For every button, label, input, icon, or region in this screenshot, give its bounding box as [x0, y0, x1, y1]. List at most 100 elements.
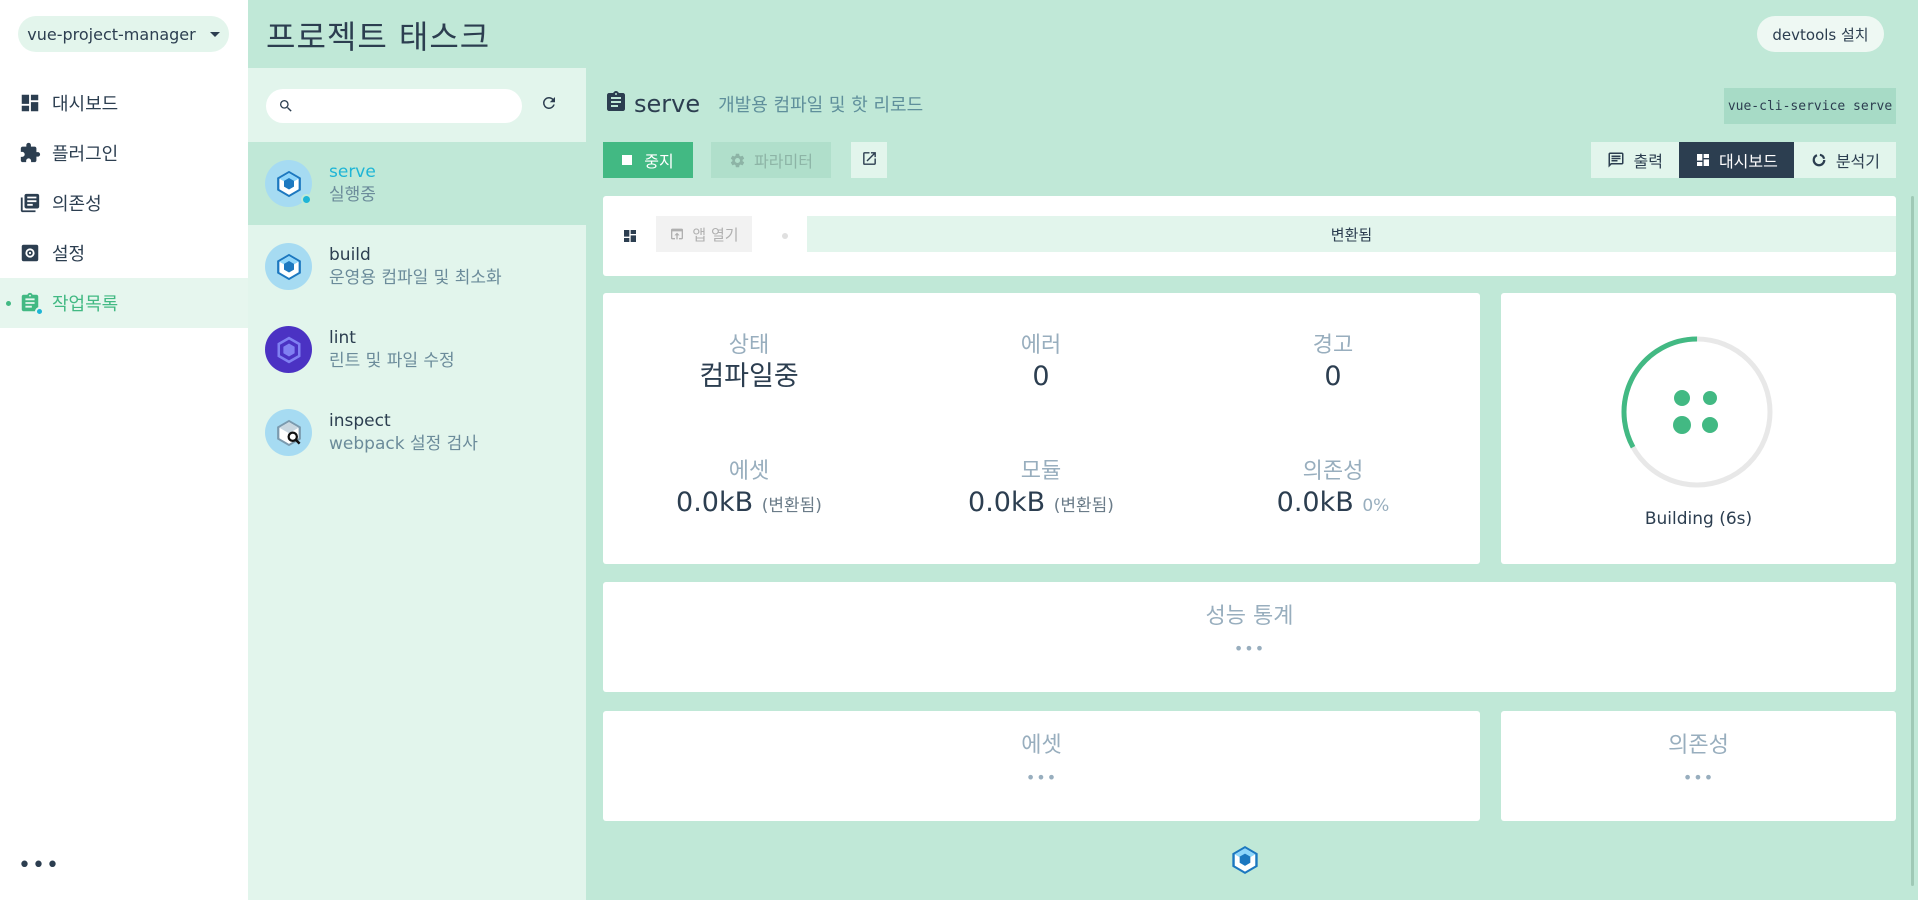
- running-status-dot: [301, 194, 312, 205]
- loading-dots: •••: [1682, 768, 1715, 787]
- gear-icon: [729, 152, 746, 169]
- task-title: serve 개발용 컴파일 및 핫 리로드: [604, 90, 923, 118]
- build-status-label: Building (6s): [1644, 509, 1753, 529]
- section-title: 에셋: [1021, 733, 1062, 758]
- performance-stats-card: 성능 통계 •••: [603, 582, 1896, 692]
- dependencies-card: 의존성 •••: [1501, 711, 1896, 821]
- stat-status: 상태 컴파일중: [603, 332, 895, 394]
- gear-icon: [18, 241, 42, 265]
- build-progress-bar: 변환됨: [807, 216, 1896, 252]
- section-title: 성능 통계: [1205, 604, 1294, 629]
- task-item-lint[interactable]: lint 린트 및 파일 수정: [248, 308, 586, 391]
- dashboard-toolbar: 앱 열기 변환됨: [603, 196, 1896, 276]
- search-field[interactable]: [266, 89, 522, 123]
- stat-percent: 0%: [1362, 496, 1390, 516]
- nav-item-plugins[interactable]: 플러그인: [0, 128, 248, 178]
- stop-icon: [622, 155, 633, 165]
- open-in-new-icon: [861, 150, 878, 171]
- nav-item-label: 대시보드: [52, 94, 119, 115]
- stat-modules: 모듈 0.0kB (변환됨): [895, 458, 1187, 523]
- stat-size: 0.0kB: [676, 487, 754, 518]
- search-icon: [278, 98, 294, 118]
- task-description: 린트 및 파일 수정: [329, 350, 455, 371]
- stat-dependencies: 의존성 0.0kB 0%: [1187, 458, 1479, 523]
- task-detail-name: serve: [634, 90, 701, 118]
- refresh-icon: [540, 96, 558, 116]
- stat-label: 상태: [728, 333, 770, 358]
- stat-value: 0: [1324, 361, 1342, 392]
- loading-dots: •••: [1233, 639, 1266, 658]
- task-item-serve[interactable]: serve 실행중: [248, 142, 586, 225]
- nav-item-dashboard[interactable]: 대시보드: [0, 78, 248, 128]
- nav-item-settings[interactable]: 설정: [0, 228, 248, 278]
- task-name: build: [329, 244, 371, 265]
- active-indicator: [6, 301, 11, 306]
- eslint-icon: [265, 326, 312, 373]
- open-app-icon: [669, 226, 685, 242]
- status-dot: [782, 233, 788, 239]
- scrollbar-thumb[interactable]: [1911, 196, 1914, 886]
- stat-label: 모듈: [1020, 459, 1062, 484]
- left-navigation: vue-project-manager 대시보드 플러그인 의존성 설정 작업목…: [0, 0, 248, 900]
- task-detail-panel: serve 개발용 컴파일 및 핫 리로드 vue-cli-service se…: [586, 68, 1918, 900]
- donut-icon: [1810, 151, 1828, 169]
- vertical-scrollbar[interactable]: [1908, 196, 1918, 900]
- parameters-label: 파라미터: [754, 152, 813, 171]
- open-app-label: 앱 열기: [692, 225, 739, 244]
- view-tabs: 출력 대시보드 분석기: [1591, 142, 1896, 178]
- nav-list: 대시보드 플러그인 의존성 설정 작업목록: [0, 78, 248, 328]
- webpack-icon: [265, 160, 312, 207]
- stop-label: 중지: [644, 152, 674, 171]
- stat-value: 컴파일중: [699, 361, 799, 392]
- assets-card: 에셋 •••: [603, 711, 1480, 821]
- project-name: vue-project-manager: [27, 24, 196, 44]
- install-devtools-button[interactable]: devtools 설치: [1757, 16, 1884, 52]
- tab-dashboard[interactable]: 대시보드: [1678, 142, 1794, 178]
- nav-item-label: 설정: [52, 244, 86, 265]
- stat-label: 의존성: [1302, 459, 1364, 484]
- task-item-inspect[interactable]: inspect webpack 설정 검사: [248, 391, 586, 474]
- stat-value: 0.0kB 0%: [1187, 486, 1479, 523]
- webpack-icon: [265, 243, 312, 290]
- page-title: 프로젝트 태스크: [266, 18, 491, 56]
- open-external-button[interactable]: [851, 142, 887, 178]
- nav-item-dependencies[interactable]: 의존성: [0, 178, 248, 228]
- stat-warnings: 경고 0: [1187, 332, 1479, 394]
- stat-errors: 에러 0: [895, 332, 1187, 394]
- task-name: serve: [329, 161, 376, 182]
- command-badge: vue-cli-service serve: [1724, 88, 1896, 124]
- stat-label: 경고: [1312, 333, 1354, 358]
- stat-unit: (변환됨): [1053, 496, 1114, 516]
- tab-analyzer[interactable]: 분석기: [1793, 142, 1896, 178]
- stat-label: 에러: [1020, 333, 1062, 358]
- stat-label: 에셋: [728, 459, 770, 484]
- task-name: lint: [329, 327, 356, 348]
- stat-value: 0: [1032, 361, 1050, 392]
- build-status-card: Building (6s): [1501, 293, 1896, 564]
- clipboard-icon: [604, 90, 628, 118]
- tab-label: 분석기: [1835, 152, 1880, 171]
- nav-item-label: 의존성: [52, 194, 102, 215]
- webpack-inspect-icon: [265, 409, 312, 456]
- tab-output[interactable]: 출력: [1591, 142, 1679, 178]
- parameters-button[interactable]: 파라미터: [711, 142, 831, 178]
- task-item-build[interactable]: build 운영용 컴파일 및 최소화: [248, 225, 586, 308]
- stats-card: 상태 컴파일중 에러 0 경고 0 에셋 0.0kB (변환됨) 모듈 0.0k…: [603, 293, 1480, 564]
- nav-item-label: 플러그인: [52, 144, 119, 165]
- webpack-icon: [1229, 843, 1261, 881]
- dashboard-icon: [622, 228, 638, 248]
- refresh-button[interactable]: [540, 94, 558, 116]
- stop-button[interactable]: 중지: [603, 142, 693, 178]
- tab-label: 출력: [1633, 152, 1663, 171]
- project-selector[interactable]: vue-project-manager: [18, 16, 229, 52]
- more-menu-button[interactable]: •••: [18, 855, 60, 877]
- open-app-button[interactable]: 앱 열기: [656, 216, 752, 252]
- task-list-panel: serve 실행중 build 운영용 컴파일 및 최소화 lint 린트 및 …: [248, 68, 586, 900]
- stat-unit: (변환됨): [761, 496, 822, 516]
- stat-value: 0.0kB (변환됨): [603, 486, 895, 523]
- puzzle-icon: [18, 141, 42, 165]
- page-header: 프로젝트 태스크 devtools 설치: [248, 0, 1918, 68]
- clipboard-icon: [18, 291, 44, 316]
- console-icon: [1607, 151, 1625, 169]
- nav-item-tasks[interactable]: 작업목록: [0, 278, 248, 328]
